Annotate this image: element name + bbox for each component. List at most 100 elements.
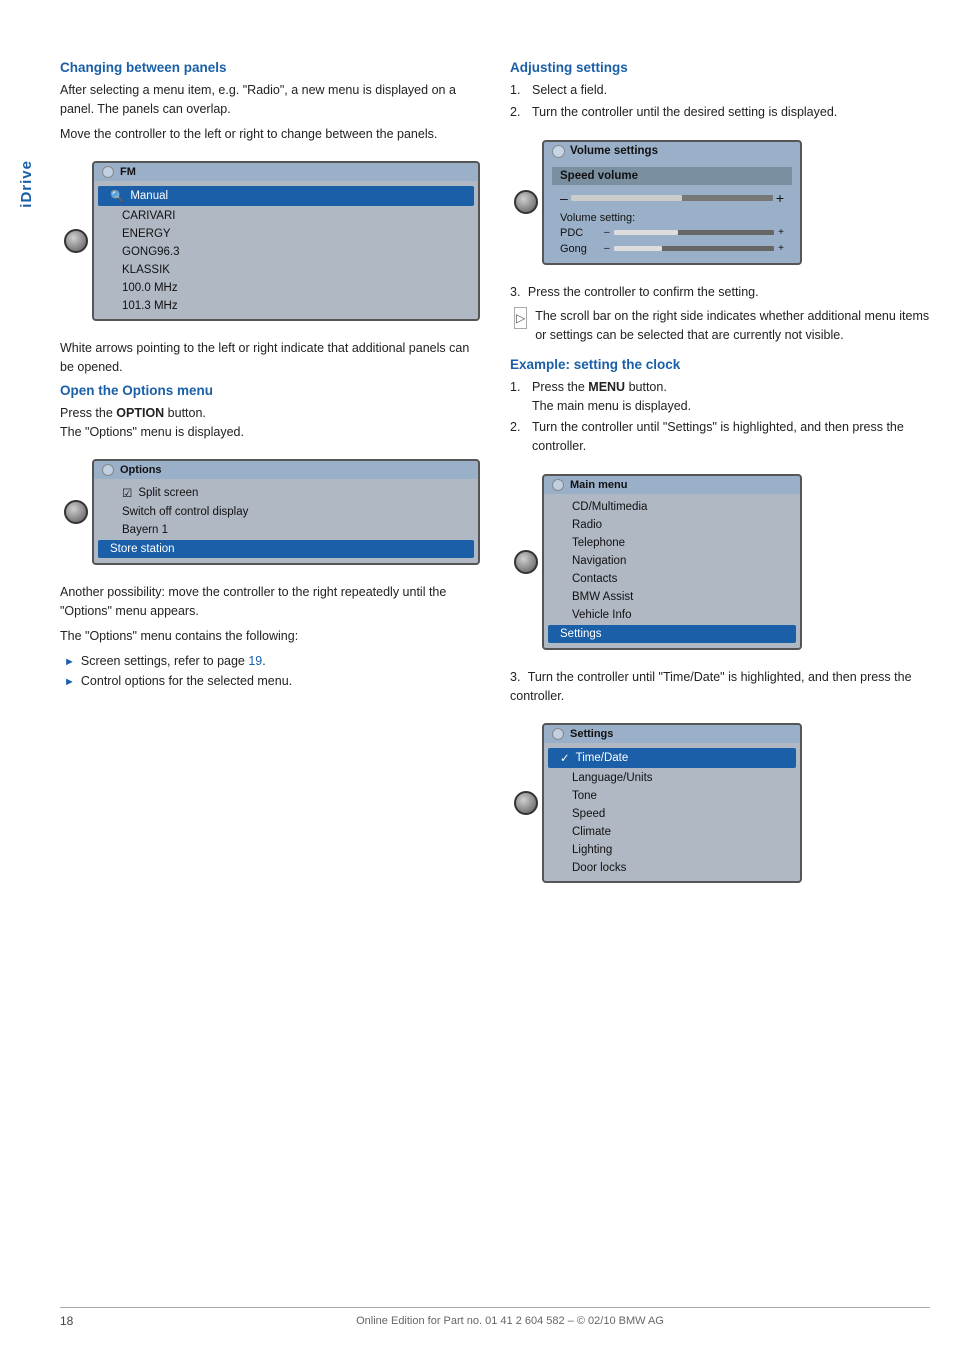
options-controller-knob-area — [60, 500, 92, 524]
main-menu-icon — [552, 479, 564, 491]
volume-screen: Volume settings Speed volume – + — [542, 130, 930, 275]
caption-arrows: White arrows pointing to the left or rig… — [60, 339, 480, 377]
settings-screen-body: ✓ Time/Date Language/Units Tone Speed Cl… — [544, 743, 800, 881]
main-menu-mockup: Main menu CD/Multimedia Radio Telephone … — [542, 474, 802, 650]
volume-title-text: Volume settings — [570, 145, 658, 157]
vol-pdc-track — [614, 230, 775, 235]
options-screen-body: ☑ Split screen Switch off control displa… — [94, 479, 478, 563]
main-menu-body: CD/Multimedia Radio Telephone Navigation… — [544, 494, 800, 648]
settings-screen-container: Settings ✓ Time/Date Language/Units Tone… — [510, 713, 930, 893]
step-text-1: Select a field. — [532, 81, 607, 100]
options-controller-knob — [64, 500, 88, 524]
volume-screen-mockup: Volume settings Speed volume – + — [542, 140, 802, 265]
sidebar-label: iDrive — [18, 160, 35, 208]
volume-titlebar: Volume settings — [544, 142, 800, 161]
menu-row-contacts: Contacts — [544, 570, 800, 588]
settings-knob — [514, 791, 538, 815]
section-heading-example: Example: setting the clock — [510, 357, 930, 372]
vol-pdc-fill — [614, 230, 678, 235]
fm-row-100mhz: 100.0 MHz — [94, 279, 478, 297]
vol-gong-track — [614, 246, 775, 251]
speed-volume-bar: – + — [552, 187, 792, 209]
settings-knob-area — [510, 791, 542, 815]
bullet-screen-settings: ► Screen settings, refer to page 19. — [60, 652, 480, 671]
volume-setting-label: Volume setting: — [552, 209, 792, 225]
fm-row-klassik: KLASSIK — [94, 261, 478, 279]
step-num-2: 2. — [510, 103, 526, 122]
main-menu-title-text: Main menu — [570, 479, 627, 491]
bullet-arrow-2: ► — [64, 674, 75, 691]
menu-button-label: MENU — [588, 380, 625, 394]
options-screen: Options ☑ Split screen Switch off contro… — [92, 449, 480, 575]
volume-controller-knob-area — [510, 190, 542, 214]
fm-screen: FM 🔍 Manual CARIVARI ENERGY GONG96.3 KLA… — [92, 151, 480, 331]
options-screen-mockup: Options ☑ Split screen Switch off contro… — [92, 459, 480, 565]
fm-row-energy: ENERGY — [94, 225, 478, 243]
search-icon: 🔍 — [110, 189, 124, 203]
options-row-split: ☑ Split screen — [94, 483, 478, 503]
option-button-label: OPTION — [116, 406, 164, 420]
options-title-text: Options — [120, 464, 162, 476]
vol-gong-fill — [614, 246, 662, 251]
example-steps-list: 1. Press the MENU button.The main menu i… — [510, 378, 930, 456]
vol-gong-plus: + — [778, 243, 784, 254]
settings-title-text: Settings — [570, 728, 613, 740]
settings-row-climate: Climate — [544, 823, 800, 841]
section-heading-changing-panels: Changing between panels — [60, 60, 480, 75]
menu-row-cd: CD/Multimedia — [544, 498, 800, 516]
example-step-text-2: Turn the controller until "Settings" is … — [532, 418, 930, 456]
volume-screen-container: Volume settings Speed volume – + — [510, 130, 930, 275]
vol-gong-minus: – — [604, 243, 610, 254]
step3-time-date: 3. Turn the controller until "Time/Date"… — [510, 668, 930, 706]
options-row-store: Store station — [98, 540, 474, 558]
fm-icon — [102, 166, 114, 178]
footer-text: Online Edition for Part no. 01 41 2 604 … — [90, 1315, 930, 1327]
link-page19[interactable]: 19 — [248, 654, 262, 668]
volume-screen-body: Speed volume – + Volume setting: PDC — [544, 161, 800, 263]
bullet-control-options: ► Control options for the selected menu. — [60, 672, 480, 691]
speed-vol-track — [571, 195, 773, 201]
scroll-note-text: The scroll bar on the right side indicat… — [535, 307, 930, 345]
fm-title-text: FM — [120, 166, 136, 178]
menu-row-navigation: Navigation — [544, 552, 800, 570]
options-titlebar: Options — [94, 461, 478, 479]
main-menu-screen-container: Main menu CD/Multimedia Radio Telephone … — [510, 464, 930, 660]
adjusting-steps-list: 1. Select a field. 2. Turn the controlle… — [510, 81, 930, 122]
menu-row-radio: Radio — [544, 516, 800, 534]
bullet-text-1: Screen settings, refer to page 19. — [81, 652, 266, 671]
volume-controller-knob — [514, 190, 538, 214]
main-menu-titlebar: Main menu — [544, 476, 800, 494]
fm-row-manual: 🔍 Manual — [98, 186, 474, 206]
fm-row-gong: GONG96.3 — [94, 243, 478, 261]
main-menu-knob — [514, 550, 538, 574]
menu-row-vehicle: Vehicle Info — [544, 606, 800, 624]
options-bullet-list: ► Screen settings, refer to page 19. ► C… — [60, 652, 480, 692]
speed-vol-minus-icon: – — [560, 190, 568, 206]
fm-screen-mockup: FM 🔍 Manual CARIVARI ENERGY GONG96.3 KLA… — [92, 161, 480, 321]
step3-example-text: Turn the controller until "Time/Date" is… — [510, 670, 912, 703]
settings-screen-mockup: Settings ✓ Time/Date Language/Units Tone… — [542, 723, 802, 883]
fm-screen-container: FM 🔍 Manual CARIVARI ENERGY GONG96.3 KLA… — [60, 151, 480, 331]
speed-volume-label: Speed volume — [552, 167, 792, 185]
main-menu-knob-area — [510, 550, 542, 574]
volume-icon — [552, 145, 565, 158]
controller-knob-area — [60, 229, 92, 253]
step3-confirm: 3. Press the controller to confirm the s… — [510, 283, 930, 302]
bullet-arrow-1: ► — [64, 654, 75, 671]
menu-row-telephone: Telephone — [544, 534, 800, 552]
vol-pdc-minus: – — [604, 227, 610, 238]
settings-row-tone: Tone — [544, 787, 800, 805]
step3-num: 3. — [510, 285, 520, 299]
vol-gong-row: Gong – + — [552, 241, 792, 257]
settings-row-timedate: ✓ Time/Date — [548, 748, 796, 768]
example-step-num-1: 1. — [510, 378, 526, 416]
vol-gong-label: Gong — [560, 243, 600, 255]
step-text-2: Turn the controller until the desired se… — [532, 103, 837, 122]
settings-icon — [552, 728, 564, 740]
menu-row-settings: Settings — [548, 625, 796, 643]
fm-row-101mhz: 101.3 MHz — [94, 297, 478, 315]
vol-pdc-label: PDC — [560, 227, 600, 239]
example-step-text-1: Press the MENU button.The main menu is d… — [532, 378, 691, 416]
main-menu-screen: Main menu CD/Multimedia Radio Telephone … — [542, 464, 930, 660]
settings-row-speed: Speed — [544, 805, 800, 823]
